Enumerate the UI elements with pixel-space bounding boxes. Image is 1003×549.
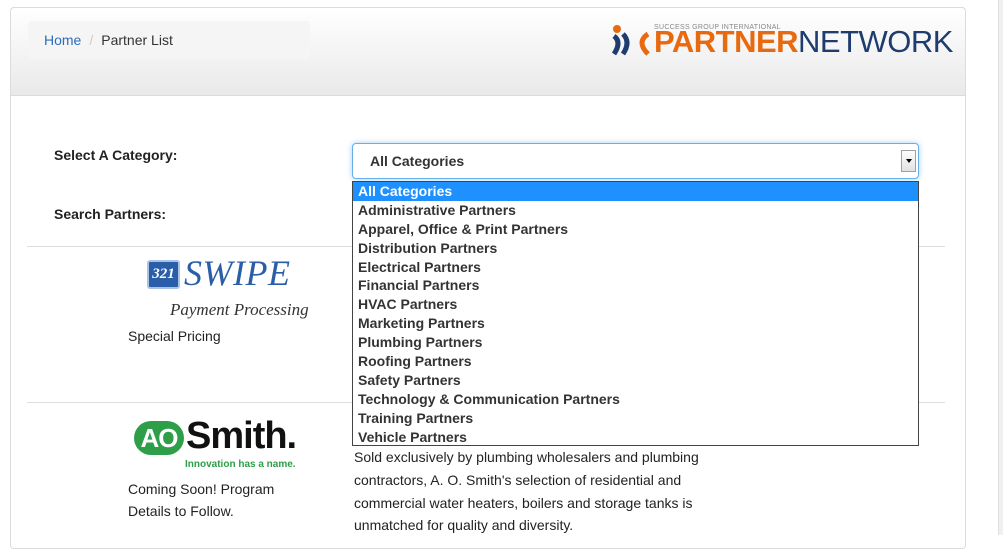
partner-note: Special Pricing (128, 328, 221, 344)
category-option[interactable]: Safety Partners (353, 371, 918, 390)
category-option[interactable]: Roofing Partners (353, 352, 918, 371)
category-option[interactable]: Distribution Partners (353, 239, 918, 258)
xc-logo-mark-icon (612, 25, 650, 56)
category-option[interactable]: Financial Partners (353, 276, 918, 295)
category-option[interactable]: Vehicle Partners (353, 428, 918, 447)
search-label: Search Partners: (54, 206, 167, 222)
swipe-badge: 321 (147, 260, 180, 289)
ao-smith-tagline: Innovation has a name. (185, 459, 296, 470)
category-option[interactable]: HVAC Partners (353, 295, 918, 314)
breadcrumb-home-link[interactable]: Home (44, 32, 81, 48)
breadcrumb-current: Partner List (101, 32, 173, 48)
ao-logo-mark: AO (134, 421, 184, 455)
swipe-wordmark: SWIPE (184, 253, 291, 293)
partner-description-line: contractors, A. O. Smith's selection of … (354, 472, 682, 488)
category-option[interactable]: Training Partners (353, 409, 918, 428)
logo-tagline: SUCCESS GROUP INTERNATIONAL (654, 24, 781, 31)
category-select[interactable]: All Categories (352, 143, 919, 179)
partner-description-line: Sold exclusively by plumbing wholesalers… (354, 449, 699, 465)
dropdown-arrow-icon[interactable] (901, 150, 916, 172)
category-select-value: All Categories (370, 153, 465, 169)
partner-note-line: Coming Soon! Program (128, 481, 275, 497)
partner-description-line: commercial water heaters, boilers and st… (354, 495, 693, 511)
ao-smith-wordmark: Smith. (186, 415, 297, 457)
category-dropdown-list: All Categories Administrative Partners A… (352, 181, 919, 446)
logo-text-network: NETWORK (798, 24, 953, 59)
category-option[interactable]: Apparel, Office & Print Partners (353, 220, 918, 239)
breadcrumb-separator: / (89, 32, 94, 48)
category-option[interactable]: Electrical Partners (353, 258, 918, 277)
breadcrumb: Home / Partner List (28, 21, 310, 59)
partner-note-line: Details to Follow. (128, 503, 234, 519)
category-option[interactable]: Marketing Partners (353, 314, 918, 333)
category-option[interactable]: All Categories (353, 182, 918, 201)
partner-network-logo: SUCCESS GROUP INTERNATIONAL PARTNER NETWO… (612, 20, 953, 64)
page-scrollbar[interactable] (998, 0, 1003, 535)
category-option[interactable]: Plumbing Partners (353, 333, 918, 352)
category-label: Select A Category: (54, 147, 178, 163)
category-option[interactable]: Administrative Partners (353, 201, 918, 220)
category-option[interactable]: Technology & Communication Partners (353, 390, 918, 409)
partner-description-line: unmatched for quality and diversity. (354, 517, 574, 533)
swipe-subtitle: Payment Processing (170, 300, 309, 319)
